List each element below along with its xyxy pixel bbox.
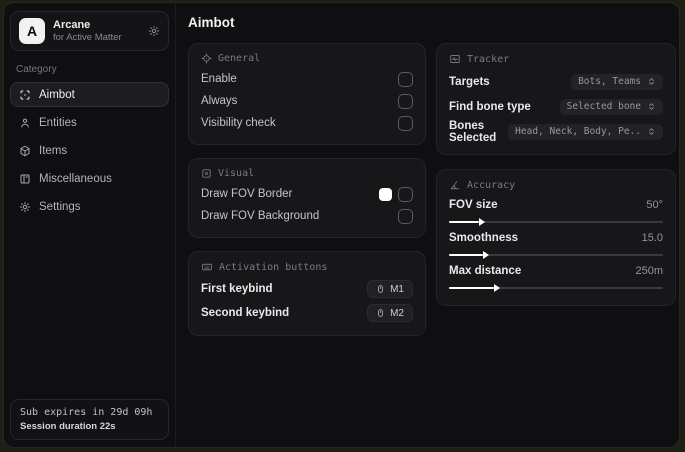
app-subtitle: for Active Matter xyxy=(53,31,122,43)
max-distance-setting: Max distance 250m xyxy=(449,262,663,292)
section-title: Accuracy xyxy=(467,179,516,191)
setting-row-enable: Enable xyxy=(201,68,413,90)
dropdown-value: Bots, Teams xyxy=(578,76,641,87)
cube-icon xyxy=(19,145,31,157)
app-logo: A xyxy=(19,18,45,44)
fov-border-color-swatch[interactable] xyxy=(379,187,392,201)
visual-card: Visual Draw FOV Border Draw FOV Backgrou… xyxy=(188,158,426,238)
accuracy-card-header: Accuracy xyxy=(449,179,663,191)
keybind-value: M2 xyxy=(390,307,404,319)
smoothness-slider[interactable] xyxy=(449,251,663,259)
sidebar: A Arcane for Active Matter Category Aimb… xyxy=(4,3,176,447)
right-column: Tracker Targets Bots, Teams Find bone ty… xyxy=(436,43,676,336)
gear-icon xyxy=(19,201,31,213)
sidebar-item-label: Miscellaneous xyxy=(39,172,112,185)
section-title: Activation buttons xyxy=(219,261,328,273)
sidebar-item-label: Aimbot xyxy=(39,88,75,101)
app-header-card: A Arcane for Active Matter xyxy=(10,11,169,51)
bones-selected-dropdown[interactable]: Head, Neck, Body, Pe.. xyxy=(508,123,663,140)
sidebar-item-label: Settings xyxy=(39,200,81,213)
fov-size-value: 50° xyxy=(646,199,663,211)
slider-thumb[interactable] xyxy=(493,284,500,292)
crosshair-icon xyxy=(201,53,212,64)
smoothness-setting: Smoothness 15.0 xyxy=(449,229,663,259)
fov-size-setting: FOV size 50° xyxy=(449,196,663,226)
keyboard-icon xyxy=(201,261,213,273)
main-content: Aimbot General Enable Always Visibility … xyxy=(176,3,679,447)
person-icon xyxy=(19,117,31,129)
mouse-icon xyxy=(376,283,385,295)
frame-icon xyxy=(201,168,212,179)
subscription-info-card: Sub expires in 29d 09h Session duration … xyxy=(10,399,169,440)
tracker-card-header: Tracker xyxy=(449,53,663,65)
chevrons-up-down-icon xyxy=(647,127,656,136)
sidebar-item-aimbot[interactable]: Aimbot xyxy=(10,82,169,107)
always-checkbox[interactable] xyxy=(398,93,413,109)
left-column: General Enable Always Visibility check V… xyxy=(188,43,426,336)
max-distance-slider[interactable] xyxy=(449,284,663,292)
scan-icon xyxy=(19,89,31,101)
slider-thumb[interactable] xyxy=(478,218,485,226)
mouse-icon xyxy=(376,307,385,319)
keybind-value: M1 xyxy=(390,283,404,295)
setting-row-second-keybind: Second keybind M2 xyxy=(201,301,413,325)
dropdown-value: Selected bone xyxy=(566,101,641,112)
visibility-check-checkbox[interactable] xyxy=(398,115,413,131)
max-distance-value: 250m xyxy=(635,265,663,277)
sidebar-nav: Aimbot Entities Items Miscellaneous Sett… xyxy=(10,82,169,219)
sidebar-item-miscellaneous[interactable]: Miscellaneous xyxy=(10,166,169,191)
activation-card-header: Activation buttons xyxy=(201,261,413,273)
fov-background-checkbox[interactable] xyxy=(398,208,413,224)
sidebar-item-entities[interactable]: Entities xyxy=(10,110,169,135)
setting-row-always: Always xyxy=(201,90,413,112)
page-title: Aimbot xyxy=(188,15,235,30)
first-keybind-button[interactable]: M1 xyxy=(367,280,413,298)
general-card: General Enable Always Visibility check xyxy=(188,43,426,145)
chevrons-up-down-icon xyxy=(647,102,656,111)
app-window: A Arcane for Active Matter Category Aimb… xyxy=(3,2,680,448)
fov-border-checkbox[interactable] xyxy=(398,186,413,202)
session-duration-text: Session duration 22s xyxy=(20,421,116,432)
sidebar-item-label: Items xyxy=(39,144,68,157)
sidebar-item-settings[interactable]: Settings xyxy=(10,194,169,219)
panels-icon xyxy=(19,173,31,185)
section-title: General xyxy=(218,53,261,64)
angle-icon xyxy=(449,179,461,191)
tracker-card: Tracker Targets Bots, Teams Find bone ty… xyxy=(436,43,676,155)
targets-dropdown[interactable]: Bots, Teams xyxy=(571,73,663,90)
slider-thumb[interactable] xyxy=(483,251,490,259)
setting-row-fov-background: Draw FOV Background xyxy=(201,205,413,227)
enable-checkbox[interactable] xyxy=(398,71,413,87)
smoothness-value: 15.0 xyxy=(641,232,663,244)
gear-icon[interactable] xyxy=(148,25,160,37)
setting-row-bones-selected: Bones Selected Head, Neck, Body, Pe.. xyxy=(449,119,663,144)
sub-expires-text: Sub expires in 29d 09h xyxy=(20,407,153,418)
section-title: Tracker xyxy=(467,53,510,65)
activation-card: Activation buttons First keybind M1 Seco… xyxy=(188,251,426,336)
sidebar-item-items[interactable]: Items xyxy=(10,138,169,163)
fov-size-slider[interactable] xyxy=(449,218,663,226)
visual-card-header: Visual xyxy=(201,168,413,179)
setting-row-visibility-check: Visibility check xyxy=(201,112,413,134)
app-name: Arcane xyxy=(53,18,91,31)
tracker-icon xyxy=(449,53,461,65)
setting-row-targets: Targets Bots, Teams xyxy=(449,69,663,94)
dropdown-value: Head, Neck, Body, Pe.. xyxy=(515,126,641,137)
chevrons-up-down-icon xyxy=(647,77,656,86)
second-keybind-button[interactable]: M2 xyxy=(367,304,413,322)
category-label: Category xyxy=(16,64,57,75)
setting-row-fov-border: Draw FOV Border xyxy=(201,183,413,205)
sidebar-item-label: Entities xyxy=(39,116,77,129)
setting-row-first-keybind: First keybind M1 xyxy=(201,277,413,301)
setting-row-find-bone-type: Find bone type Selected bone xyxy=(449,94,663,119)
section-title: Visual xyxy=(218,168,255,179)
accuracy-card: Accuracy FOV size 50° Smoothness 15.0 Ma… xyxy=(436,169,676,306)
app-title-block: Arcane for Active Matter xyxy=(53,19,140,44)
find-bone-type-dropdown[interactable]: Selected bone xyxy=(559,98,663,115)
general-card-header: General xyxy=(201,53,413,64)
